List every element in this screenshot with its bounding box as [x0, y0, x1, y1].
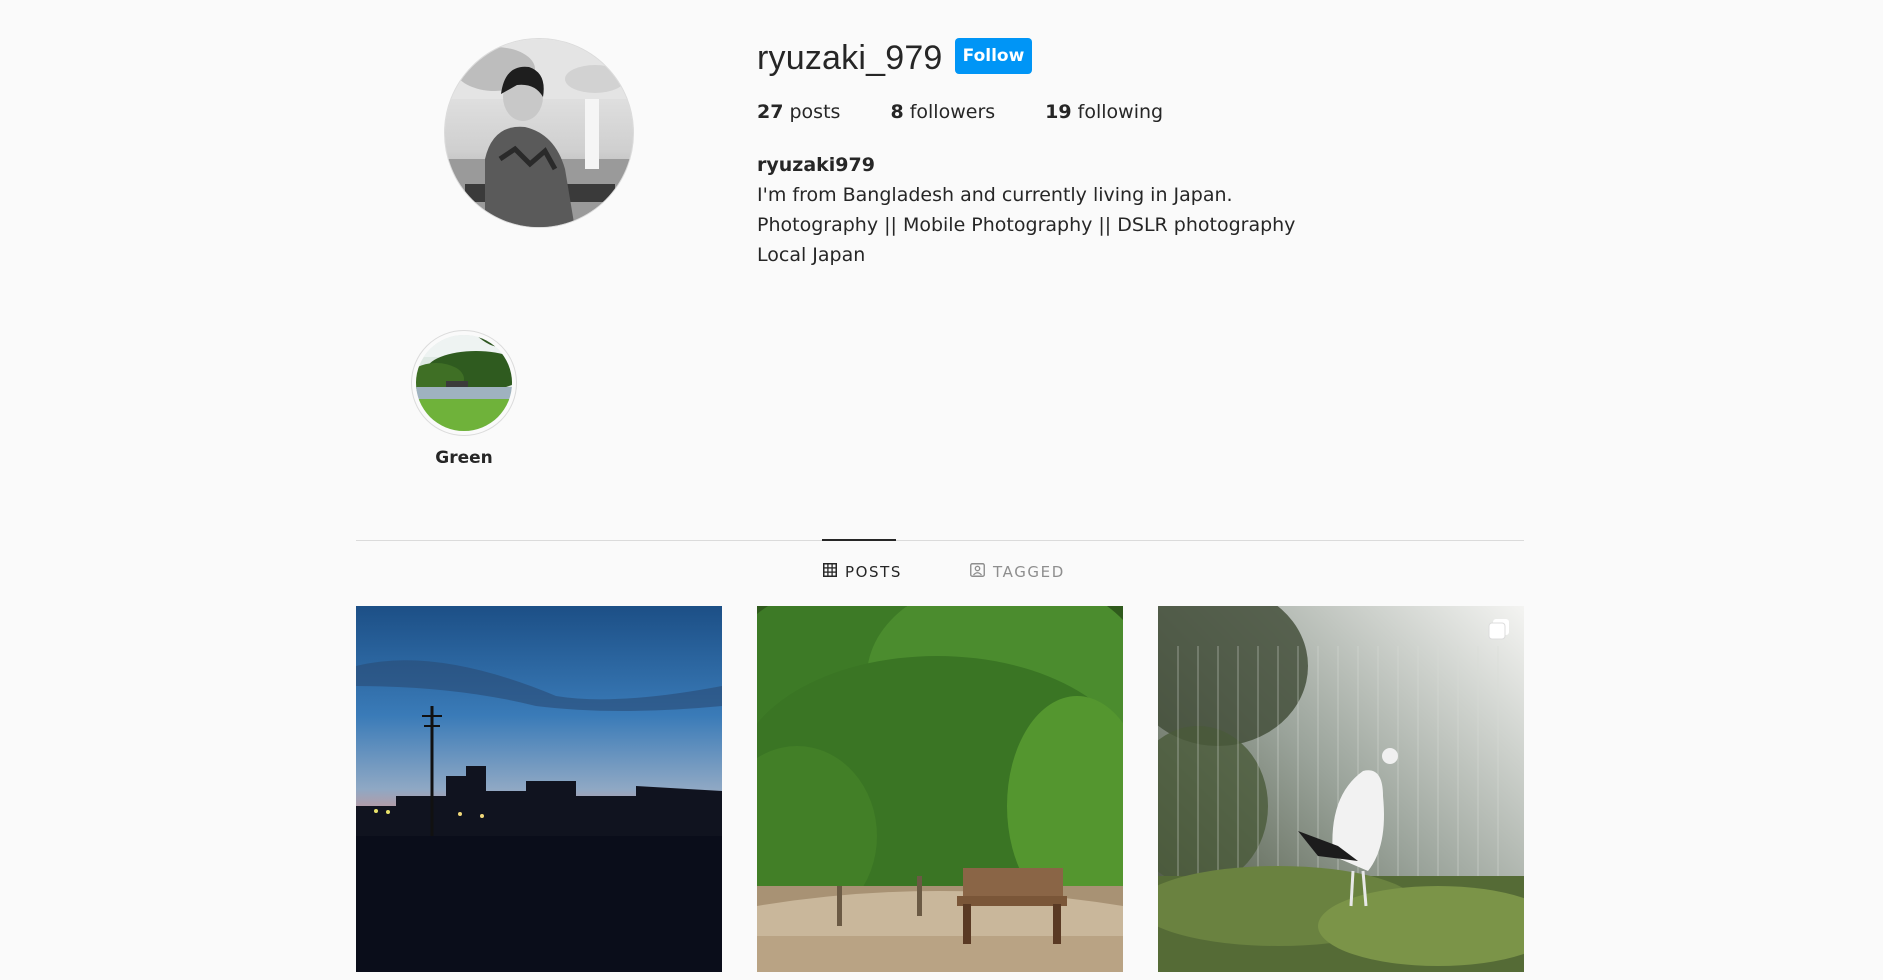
bio-full-name: ryuzaki979 [757, 154, 875, 176]
post-thumbnail-3[interactable] [1158, 606, 1524, 972]
post-image-sunset [356, 606, 722, 972]
carousel-icon [1488, 618, 1510, 640]
profile-stats: 27 posts 8 followers 19 following [757, 98, 1213, 126]
follow-button[interactable]: Follow [955, 38, 1032, 74]
grid-icon [823, 563, 837, 581]
profile-avatar[interactable] [444, 38, 634, 228]
tagged-user-icon [970, 563, 985, 581]
active-tab-indicator [822, 539, 896, 541]
bio-line-3: Local Japan [757, 244, 866, 266]
followers-label: followers [909, 101, 996, 123]
bio-line-1: I'm from Bangladesh and currently living… [757, 184, 1233, 206]
followers-stat[interactable]: 8 followers [890, 98, 995, 126]
profile-page: ryuzaki_979 Follow 27 posts 8 followers … [0, 0, 1883, 980]
avatar-photo [445, 39, 633, 227]
tab-posts-label: POSTS [845, 563, 903, 581]
story-highlight-green[interactable]: Green [411, 330, 517, 468]
following-label: following [1077, 101, 1164, 123]
profile-bio: ryuzaki979 I'm from Bangladesh and curre… [757, 150, 1295, 270]
posts-label: posts [789, 101, 841, 123]
posts-count: 27 [757, 101, 784, 123]
post-image-bench [757, 606, 1123, 972]
post-image-bird [1158, 606, 1524, 972]
post-thumbnail-1[interactable] [356, 606, 722, 972]
profile-username: ryuzaki_979 [757, 39, 943, 77]
highlight-cover [416, 335, 512, 431]
bio-line-2: Photography || Mobile Photography || DSL… [757, 214, 1296, 236]
followers-count: 8 [890, 101, 904, 123]
tabs-divider [356, 540, 1524, 541]
tab-posts[interactable]: POSTS [823, 563, 902, 581]
posts-count-stat: 27 posts [757, 98, 840, 126]
following-stat[interactable]: 19 following [1045, 98, 1163, 126]
highlight-ring [411, 330, 517, 436]
highlight-label: Green [435, 448, 493, 468]
highlight-cover-image [416, 335, 512, 431]
following-count: 19 [1045, 101, 1072, 123]
post-thumbnail-2[interactable] [757, 606, 1123, 972]
tab-tagged[interactable]: TAGGED [970, 563, 1065, 581]
tab-tagged-label: TAGGED [993, 563, 1065, 581]
